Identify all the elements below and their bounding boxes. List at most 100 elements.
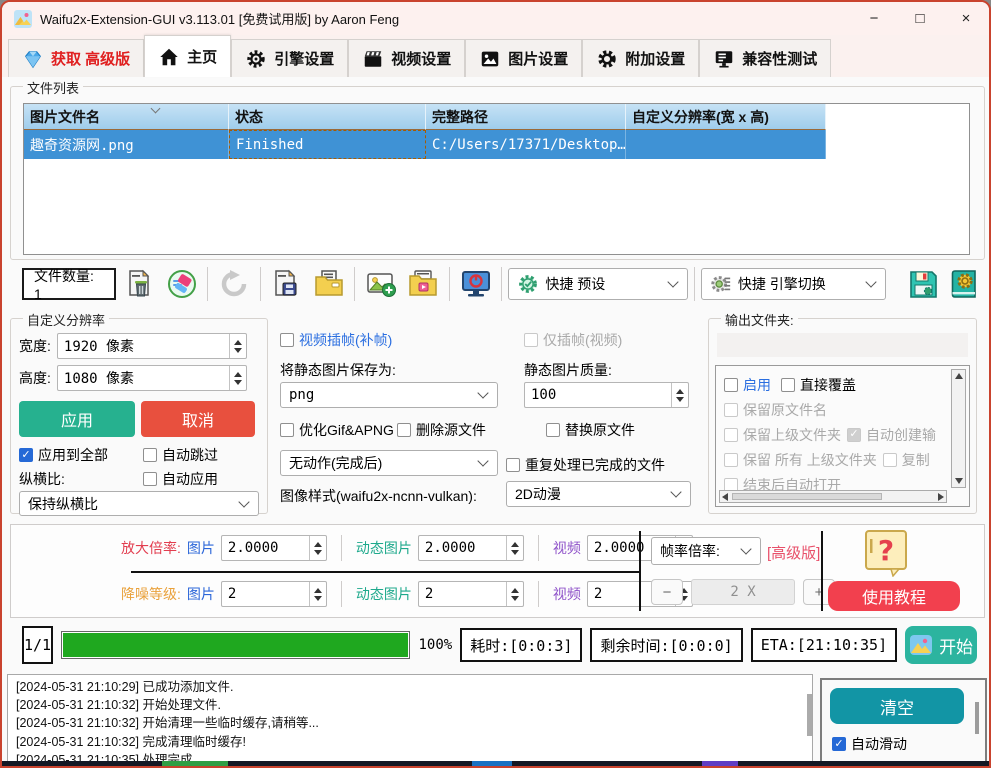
aspect-ratio-dropdown[interactable]: 保持纵横比: [19, 491, 259, 516]
add-image-button[interactable]: [361, 265, 400, 303]
auto-apply-checkbox[interactable]: 自动应用: [143, 469, 218, 489]
load-file-list-button[interactable]: [309, 265, 348, 303]
post-action-dropdown[interactable]: 无动作(完成后): [280, 450, 498, 476]
column-header-resolution[interactable]: 自定义分辨率(宽 x 高): [626, 104, 826, 130]
tab-get-premium[interactable]: 获取 高级版: [8, 39, 144, 77]
log-line: [2024-05-31 21:10:32] 开始处理文件.: [16, 696, 804, 714]
image-style-dropdown[interactable]: 2D动漫: [506, 481, 691, 507]
scrollbar-thumb[interactable]: [732, 493, 882, 500]
apply-button[interactable]: 应用: [19, 401, 135, 437]
tab-engine-settings[interactable]: 引擎设置: [231, 39, 348, 77]
column-header-filename[interactable]: 图片文件名: [24, 104, 229, 130]
image-style-label: 图像样式(waifu2x-ncnn-vulkan):: [280, 486, 477, 506]
video-interpolation-checkbox[interactable]: 视频插帧(补帧): [280, 330, 392, 350]
vertical-scrollbar[interactable]: [951, 369, 966, 488]
separator: [341, 535, 342, 561]
overwrite-checkbox[interactable]: 直接覆盖: [781, 372, 856, 397]
interpolation-only-checkbox[interactable]: 仅插帧(视频): [524, 330, 622, 350]
keep-filename-checkbox[interactable]: 保留原文件名: [724, 397, 947, 422]
format-dropdown[interactable]: png: [280, 382, 498, 408]
spinner-arrows-icon[interactable]: [506, 582, 523, 606]
quality-spinner[interactable]: 100: [524, 382, 689, 408]
delete-source-checkbox[interactable]: 删除源文件: [397, 420, 486, 440]
checkbox-icon: [143, 472, 157, 486]
spinner-arrows-icon[interactable]: [229, 334, 246, 358]
screen-off-button[interactable]: [456, 265, 495, 303]
cell-path[interactable]: C:/Users/17371/Desktop…: [426, 130, 626, 159]
checkbox-checked-icon: [832, 737, 846, 751]
remove-file-icon: [123, 268, 155, 300]
keep-all-parent-checkbox[interactable]: 保留 所有 上级文件夹: [724, 447, 877, 472]
auto-create-checkbox[interactable]: 自动创建输: [847, 422, 936, 447]
optimize-gif-checkbox[interactable]: 优化Gif&APNG: [280, 420, 394, 440]
svg-text:?: ?: [878, 534, 894, 567]
divider: [639, 531, 641, 611]
scroll-up-icon[interactable]: [955, 373, 963, 379]
log-output[interactable]: [2024-05-31 21:10:29] 已成功添加文件. [2024-05-…: [7, 674, 813, 765]
clear-log-button[interactable]: 清空: [830, 688, 964, 724]
save-settings-button[interactable]: [903, 265, 942, 303]
reprocess-checkbox[interactable]: 重复处理已完成的文件: [506, 455, 665, 475]
keep-parent-folder-checkbox[interactable]: 保留上级文件夹: [724, 422, 841, 447]
maximize-button[interactable]: □: [897, 2, 943, 35]
monitor-test-icon: [713, 48, 735, 70]
copy-checkbox[interactable]: 复制: [883, 447, 930, 472]
spinner-arrows-icon[interactable]: [229, 366, 246, 390]
tab-extra-settings[interactable]: 附加设置: [582, 39, 699, 77]
manual-button[interactable]: [946, 265, 985, 303]
separator: [538, 535, 539, 561]
spinner-arrows-icon[interactable]: [506, 536, 523, 560]
enable-output-checkbox[interactable]: 启用: [724, 372, 771, 397]
width-spinner[interactable]: 1920 像素: [57, 333, 247, 359]
framerate-minus-button[interactable]: −: [651, 579, 683, 605]
close-button[interactable]: ×: [943, 2, 989, 35]
cancel-button[interactable]: 取消: [141, 401, 255, 437]
spinner-arrows-icon[interactable]: [309, 536, 326, 560]
denoise-image-spinner[interactable]: 2: [221, 581, 327, 607]
scroll-down-icon[interactable]: [955, 478, 963, 484]
spinner-arrows-icon[interactable]: [309, 582, 326, 606]
start-button[interactable]: 开始: [905, 626, 977, 664]
tab-compatibility-test[interactable]: 兼容性测试: [699, 39, 831, 77]
output-path-input[interactable]: [717, 333, 968, 357]
side-scrollbar-thumb[interactable]: [975, 702, 979, 734]
scale-image-spinner[interactable]: 2.0000: [221, 535, 327, 561]
log-scrollbar-thumb[interactable]: [807, 694, 812, 736]
scroll-right-icon[interactable]: [938, 493, 944, 501]
save-file-list-button[interactable]: [267, 265, 306, 303]
video-label: 视频: [553, 538, 581, 558]
refresh-button[interactable]: [214, 265, 253, 303]
tutorial-button[interactable]: 使用教程: [828, 581, 960, 611]
column-header-status[interactable]: 状态: [229, 104, 426, 130]
spinner-arrows-icon[interactable]: [671, 383, 688, 407]
minimize-button[interactable]: −: [851, 2, 897, 35]
preset-dropdown[interactable]: 快捷 预设: [508, 268, 687, 300]
app-icon: [14, 10, 32, 28]
horizontal-scrollbar[interactable]: [719, 490, 947, 503]
autoscroll-checkbox[interactable]: 自动滑动: [832, 734, 907, 754]
chevron-down-icon: [866, 276, 877, 287]
video-folder-icon: [407, 268, 439, 300]
column-header-path[interactable]: 完整路径: [426, 104, 626, 130]
height-spinner[interactable]: 1080 像素: [57, 365, 247, 391]
cell-status[interactable]: Finished: [229, 130, 426, 159]
scale-gif-spinner[interactable]: 2.0000: [418, 535, 524, 561]
clear-list-button[interactable]: [162, 265, 201, 303]
cell-resolution[interactable]: [626, 130, 826, 159]
remove-file-button[interactable]: [119, 265, 158, 303]
engine-switch-dropdown[interactable]: 快捷 引擎切换: [701, 268, 886, 300]
cell-filename[interactable]: 趣奇资源网.png: [24, 130, 229, 159]
framerate-dropdown[interactable]: 帧率倍率:: [651, 537, 761, 565]
log-side-panel: 清空 自动滑动: [820, 678, 987, 765]
apply-to-all-checkbox[interactable]: 应用到全部: [19, 445, 108, 465]
add-video-button[interactable]: [404, 265, 443, 303]
tab-video-settings[interactable]: 视频设置: [348, 39, 465, 77]
denoise-gif-spinner[interactable]: 2: [418, 581, 524, 607]
replace-original-checkbox[interactable]: 替换原文件: [546, 420, 635, 440]
auto-skip-checkbox[interactable]: 自动跳过: [143, 445, 218, 465]
table-row[interactable]: 趣奇资源网.png Finished C:/Users/17371/Deskto…: [24, 130, 969, 159]
tab-home[interactable]: 主页: [144, 35, 231, 77]
scroll-left-icon[interactable]: [722, 493, 728, 501]
title-bar: Waifu2x-Extension-GUI v3.113.01 [免费试用版] …: [2, 2, 989, 35]
tab-image-settings[interactable]: 图片设置: [465, 39, 582, 77]
